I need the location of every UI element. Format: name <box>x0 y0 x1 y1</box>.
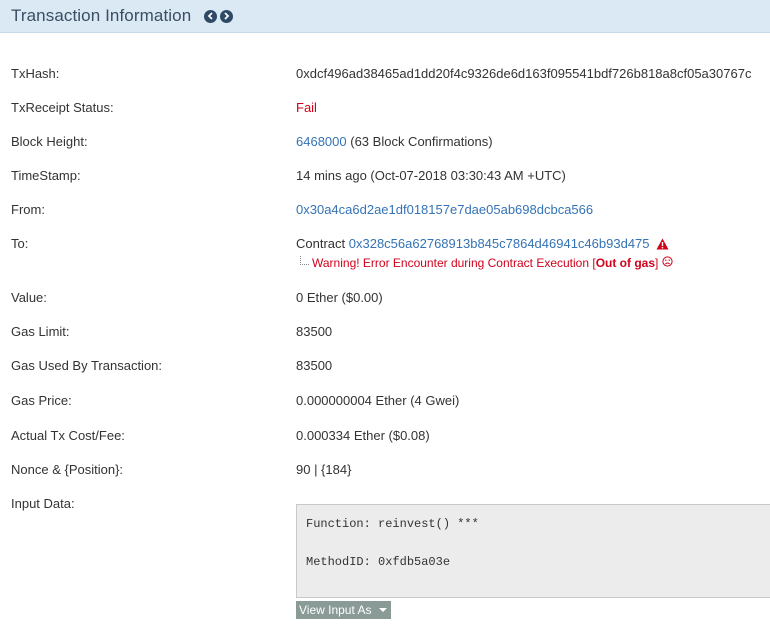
contract-warning: Warning! Error Encounter during Contract… <box>300 255 673 270</box>
status-row: TxReceipt Status: Fail <box>0 100 770 120</box>
chevron-right-icon[interactable] <box>220 9 234 23</box>
gas-used-row: Gas Used By Transaction: 83500 <box>0 358 770 378</box>
sad-face-icon <box>662 256 673 270</box>
status-label: TxReceipt Status: <box>11 100 114 115</box>
nonce-row: Nonce & {Position}: 90 | {184} <box>0 462 770 482</box>
txhash-label: TxHash: <box>11 66 60 81</box>
header-bar: Transaction Information <box>0 0 770 33</box>
warning-suffix: ] <box>655 256 659 270</box>
to-value: Contract 0x328c56a62768913b845c7864d4694… <box>296 236 669 253</box>
gas-price-label: Gas Price: <box>11 393 72 408</box>
block-confirmations: (63 Block Confirmations) <box>350 134 493 149</box>
gas-limit-label: Gas Limit: <box>11 324 70 339</box>
nonce-value: 90 | {184} <box>296 462 352 477</box>
tx-fee-row: Actual Tx Cost/Fee: 0.000334 Ether ($0.0… <box>0 428 770 448</box>
status-value: Fail <box>296 100 317 115</box>
timestamp-value: 14 mins ago (Oct-07-2018 03:30:43 AM +UT… <box>296 168 566 183</box>
block-height-link[interactable]: 6468000 <box>296 134 347 149</box>
input-method-line: MethodID: 0xfdb5a03e <box>306 555 451 569</box>
timestamp-label: TimeStamp: <box>11 168 81 183</box>
tree-connector <box>300 255 309 265</box>
to-label: To: <box>11 236 29 251</box>
to-row: To: Contract 0x328c56a62768913b845c7864d… <box>0 236 770 256</box>
to-prefix: Contract <box>296 236 346 251</box>
warning-triangle-icon <box>656 238 669 253</box>
from-address-link[interactable]: 0x30a4ca6d2ae1df018157e7dae05ab698dcbca5… <box>296 202 593 217</box>
tx-fee-label: Actual Tx Cost/Fee: <box>11 428 125 443</box>
nonce-label: Nonce & {Position}: <box>11 462 124 477</box>
value-row: Value: 0 Ether ($0.00) <box>0 290 770 310</box>
tx-fee-value: 0.000334 Ether ($0.08) <box>296 428 430 443</box>
view-input-as-button[interactable]: View Input As <box>296 601 391 619</box>
block-label: Block Height: <box>11 134 88 149</box>
from-row: From: 0x30a4ca6d2ae1df018157e7dae05ab698… <box>0 202 770 222</box>
warning-out-of-gas: Out of gas <box>595 256 656 270</box>
block-value: 6468000 (63 Block Confirmations) <box>296 134 493 149</box>
gas-limit-row: Gas Limit: 83500 <box>0 324 770 344</box>
txhash-value: 0xdcf496ad38465ad1dd20f4c9326de6d163f095… <box>296 66 752 81</box>
contract-address-link[interactable]: 0x328c56a62768913b845c7864d46941c46b93d4… <box>349 236 650 251</box>
value-label: Value: <box>11 290 47 305</box>
warning-text: Warning! Error Encounter during Contract… <box>312 256 596 270</box>
value-amount: 0 Ether ($0.00) <box>296 290 383 305</box>
gas-used-value: 83500 <box>296 358 333 373</box>
from-label: From: <box>11 202 45 217</box>
caret-down-icon <box>378 608 387 612</box>
view-input-as-label: View Input As <box>299 603 372 617</box>
timestamp-row: TimeStamp: 14 mins ago (Oct-07-2018 03:3… <box>0 168 770 188</box>
input-data-box[interactable]: Function: reinvest() *** MethodID: 0xfdb… <box>296 504 770 598</box>
gas-used-label: Gas Used By Transaction: <box>11 358 163 373</box>
nav-icons <box>204 9 234 23</box>
input-data-label: Input Data: <box>11 496 75 511</box>
chevron-left-icon[interactable] <box>204 9 218 23</box>
gas-limit-value: 83500 <box>296 324 333 339</box>
gas-price-row: Gas Price: 0.000000004 Ether (4 Gwei) <box>0 393 770 413</box>
block-row: Block Height: 6468000 (63 Block Confirma… <box>0 134 770 154</box>
input-function-line: Function: reinvest() *** <box>306 517 479 531</box>
page-title: Transaction Information <box>11 6 192 25</box>
gas-price-value: 0.000000004 Ether (4 Gwei) <box>296 393 460 408</box>
txhash-row: TxHash: 0xdcf496ad38465ad1dd20f4c9326de6… <box>0 66 770 86</box>
